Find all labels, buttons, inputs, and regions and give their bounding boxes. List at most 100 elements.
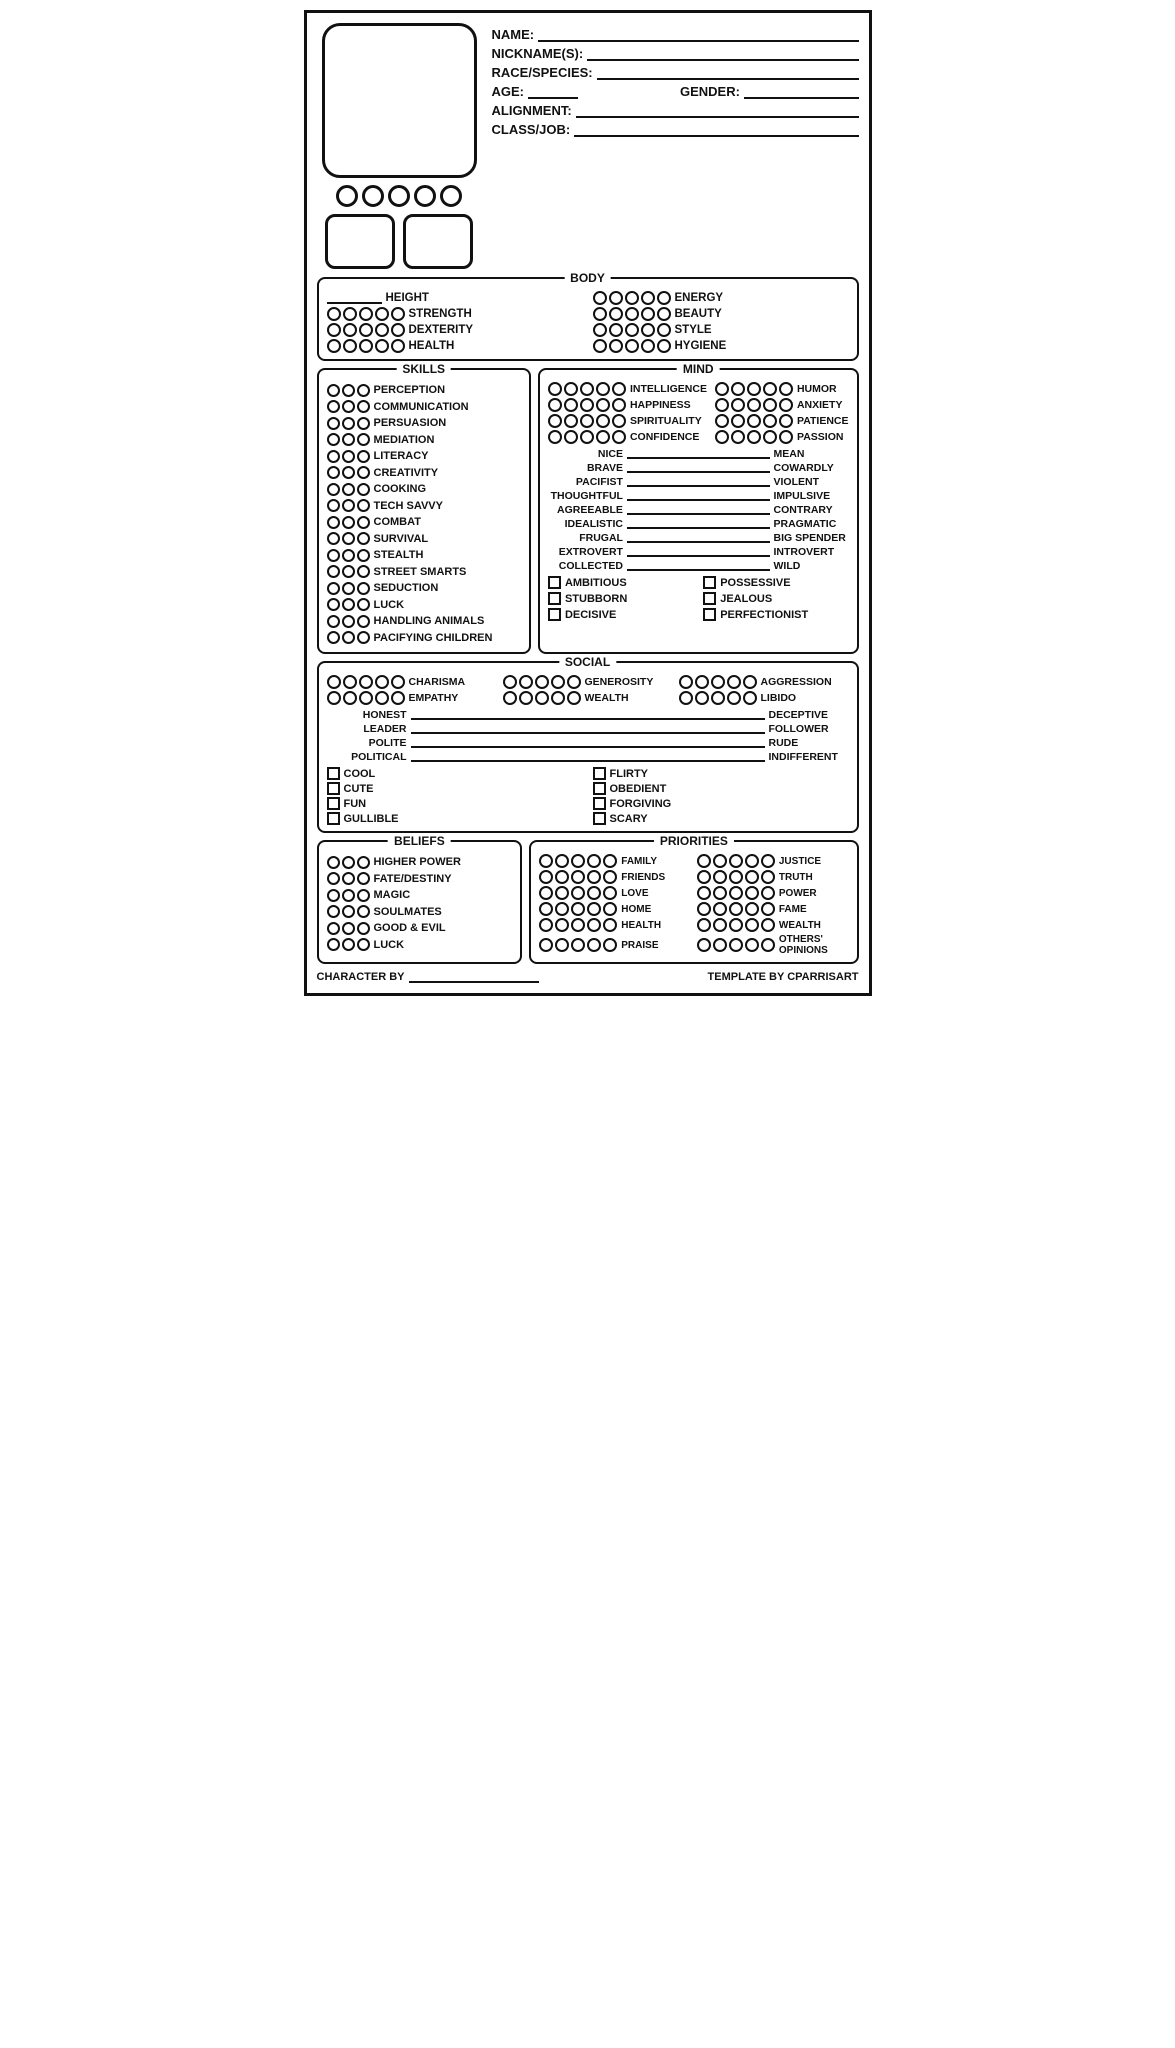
priority-circles [539, 854, 617, 868]
checkbox[interactable] [593, 767, 606, 780]
scale-left: COLLECTED [548, 560, 623, 572]
checkbox[interactable] [548, 576, 561, 589]
name-line[interactable] [538, 28, 858, 42]
social-scales: HONEST DECEPTIVE LEADER FOLLOWER POLITE … [327, 709, 849, 763]
scale-line[interactable] [627, 519, 770, 529]
social-section: SOCIAL CHARISMA GENEROSITY AGGRESSION EM… [317, 661, 859, 833]
mind-scale-row: NICE MEAN [548, 448, 849, 460]
alignment-line[interactable] [576, 104, 859, 118]
checkbox[interactable] [593, 797, 606, 810]
skill-circles [327, 549, 370, 562]
race-line[interactable] [597, 66, 859, 80]
checkbox[interactable] [327, 767, 340, 780]
info-column: NAME: NICKNAME(S): RACE/SPECIES: AGE: GE… [492, 23, 859, 269]
dexterity-row: DEXTERITY [327, 323, 583, 337]
gender-line[interactable] [744, 85, 859, 99]
name-row: NAME: [492, 27, 859, 42]
skill-label: COOKING [374, 481, 427, 498]
checkbox[interactable] [703, 608, 716, 621]
character-by-line[interactable] [409, 971, 539, 983]
priority-circles [697, 854, 775, 868]
scale-line[interactable] [411, 738, 765, 748]
mind-stat-circles [548, 398, 626, 412]
priority-label: JUSTICE [779, 856, 821, 867]
skill-row: LITERACY [327, 448, 521, 465]
body-inner: HEIGHT ENERGY STRENGTH [327, 291, 849, 353]
age-row: AGE: [492, 84, 671, 99]
scale-line[interactable] [627, 477, 770, 487]
skill-label: SURVIVAL [374, 531, 429, 548]
top-section: NAME: NICKNAME(S): RACE/SPECIES: AGE: GE… [317, 23, 859, 269]
scale-line[interactable] [627, 561, 770, 571]
belief-row: SOULMATES [327, 904, 513, 921]
mind-stat-label: CONFIDENCE [630, 431, 699, 443]
scale-line[interactable] [627, 533, 770, 543]
nickname-line[interactable] [587, 47, 858, 61]
checkbox[interactable] [593, 812, 606, 825]
avatar-column [317, 23, 482, 269]
checkbox[interactable] [703, 592, 716, 605]
checkbox-label: GULLIBLE [344, 813, 399, 825]
beauty-circles [593, 307, 671, 321]
checkbox[interactable] [548, 608, 561, 621]
strength-circles [327, 307, 405, 321]
circle-1 [336, 185, 358, 207]
checkbox-label: FUN [344, 798, 367, 810]
checkbox[interactable] [548, 592, 561, 605]
scale-line[interactable] [411, 724, 765, 734]
scale-line[interactable] [627, 505, 770, 515]
scale-line[interactable] [627, 449, 770, 459]
checkbox[interactable] [593, 782, 606, 795]
footer: CHARACTER BY TEMPLATE BY CPARRISART [317, 971, 859, 983]
scale-line[interactable] [411, 752, 765, 762]
skills-title: SKILLS [396, 362, 451, 376]
checkbox-label: OBEDIENT [610, 783, 667, 795]
mind-stat-label: HUMOR [797, 383, 837, 395]
priority-label: HOME [621, 904, 651, 915]
skill-row: COMBAT [327, 514, 521, 531]
height-line[interactable] [327, 292, 382, 304]
skill-circles [327, 582, 370, 595]
checkbox[interactable] [703, 576, 716, 589]
mind-inner: INTELLIGENCE HUMOR HAPPINESS ANXIETY SPI… [548, 382, 849, 621]
mind-stat-row: HUMOR [715, 382, 849, 396]
checkbox[interactable] [327, 812, 340, 825]
checkbox[interactable] [327, 797, 340, 810]
alignment-label: ALIGNMENT: [492, 103, 572, 118]
mind-scale-row: COLLECTED WILD [548, 560, 849, 572]
social-scale-row: POLITICAL INDIFFERENT [327, 751, 849, 763]
scale-line[interactable] [411, 710, 765, 720]
classjob-line[interactable] [574, 123, 858, 137]
style-circles [593, 323, 671, 337]
classjob-row: CLASS/JOB: [492, 122, 859, 137]
skill-row: COOKING [327, 481, 521, 498]
scale-right: BIG SPENDER [774, 532, 849, 544]
energy-label: ENERGY [675, 292, 724, 304]
scale-line[interactable] [627, 491, 770, 501]
gender-label: GENDER: [680, 84, 740, 99]
age-line[interactable] [528, 85, 578, 99]
scale-left: BRAVE [548, 462, 623, 474]
skill-row: COMMUNICATION [327, 399, 521, 416]
race-label: RACE/SPECIES: [492, 65, 593, 80]
social-stat-circles [679, 691, 757, 705]
energy-row: ENERGY [593, 291, 849, 305]
skill-label: PERSUASION [374, 415, 447, 432]
scale-line[interactable] [627, 547, 770, 557]
skill-row: STEALTH [327, 547, 521, 564]
checkbox[interactable] [327, 782, 340, 795]
character-by-label: CHARACTER BY [317, 971, 405, 983]
health-circles [327, 339, 405, 353]
social-scale-row: POLITE RUDE [327, 737, 849, 749]
health-row: HEALTH [327, 339, 583, 353]
checkbox-label: PERFECTIONIST [720, 609, 808, 621]
scale-right: INTROVERT [774, 546, 849, 558]
skill-row: SURVIVAL [327, 531, 521, 548]
footer-right: TEMPLATE BY CPARRISART [708, 971, 859, 983]
mind-stat-row: ANXIETY [715, 398, 849, 412]
scale-line[interactable] [627, 463, 770, 473]
skill-row: CREATIVITY [327, 465, 521, 482]
priority-label: LOVE [621, 888, 648, 899]
social-stat-circles [679, 675, 757, 689]
mind-stat-row: PASSION [715, 430, 849, 444]
